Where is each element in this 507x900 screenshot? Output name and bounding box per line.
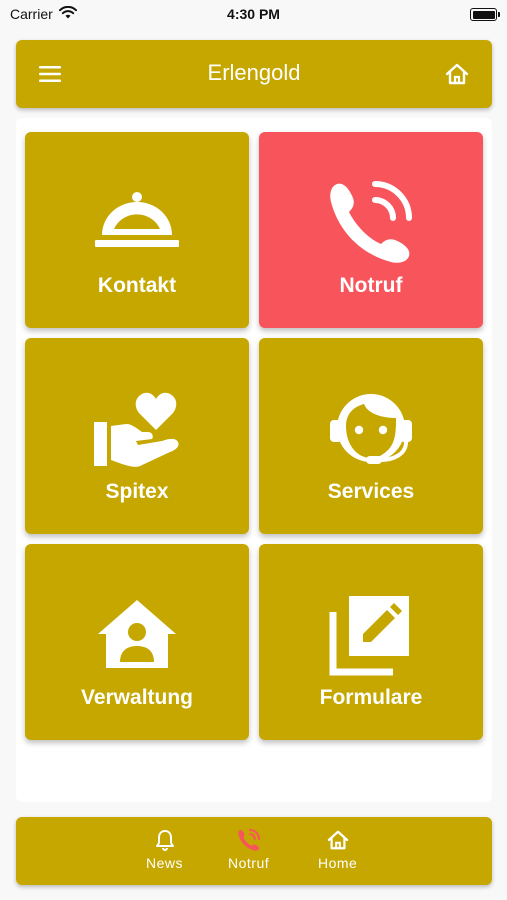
tile-panel: Kontakt Notruf Spitex Services Verwaltun… — [16, 118, 492, 802]
phone-icon — [237, 829, 260, 851]
tile-label: Services — [327, 480, 415, 503]
tile-notruf[interactable]: Notruf — [259, 132, 483, 328]
tile-formulare[interactable]: Formulare — [259, 544, 483, 740]
home-icon — [445, 63, 469, 85]
nav-label: Home — [318, 855, 358, 871]
home-icon — [327, 830, 348, 850]
headset-person-icon — [330, 394, 412, 464]
phone-ringing-icon — [330, 181, 412, 263]
tile-services[interactable]: Services — [259, 338, 483, 534]
nav-label: Notruf — [228, 855, 270, 871]
nav-item-notruf[interactable]: Notruf — [228, 829, 269, 871]
page-title: Erlengold — [207, 60, 301, 85]
nav-label: News — [146, 855, 184, 871]
tile-label: Spitex — [105, 480, 169, 503]
tile-label: Verwaltung — [80, 686, 194, 709]
cloche-icon — [95, 192, 179, 247]
tile-kontakt[interactable]: Kontakt — [25, 132, 249, 328]
edit-form-icon — [329, 596, 409, 676]
battery-icon — [470, 8, 500, 21]
tile-label: Kontakt — [97, 274, 177, 297]
nav-item-news[interactable]: News — [146, 829, 183, 871]
tile-spitex[interactable]: Spitex — [25, 338, 249, 534]
status-time: 4:30 PM — [227, 6, 280, 22]
house-person-icon — [98, 600, 176, 668]
nav-item-home[interactable]: Home — [318, 829, 357, 871]
status-bar: Carrier 4:30 PM — [0, 0, 507, 30]
hand-heart-icon — [94, 392, 179, 467]
tile-label: Formulare — [319, 686, 423, 709]
tile-verwaltung[interactable]: Verwaltung — [25, 544, 249, 740]
bell-icon — [155, 830, 174, 851]
home-button[interactable] — [444, 61, 470, 87]
app-header: Erlengold — [16, 40, 492, 108]
tile-label: Notruf — [339, 274, 403, 297]
bottom-nav: News Notruf Home — [16, 817, 492, 885]
